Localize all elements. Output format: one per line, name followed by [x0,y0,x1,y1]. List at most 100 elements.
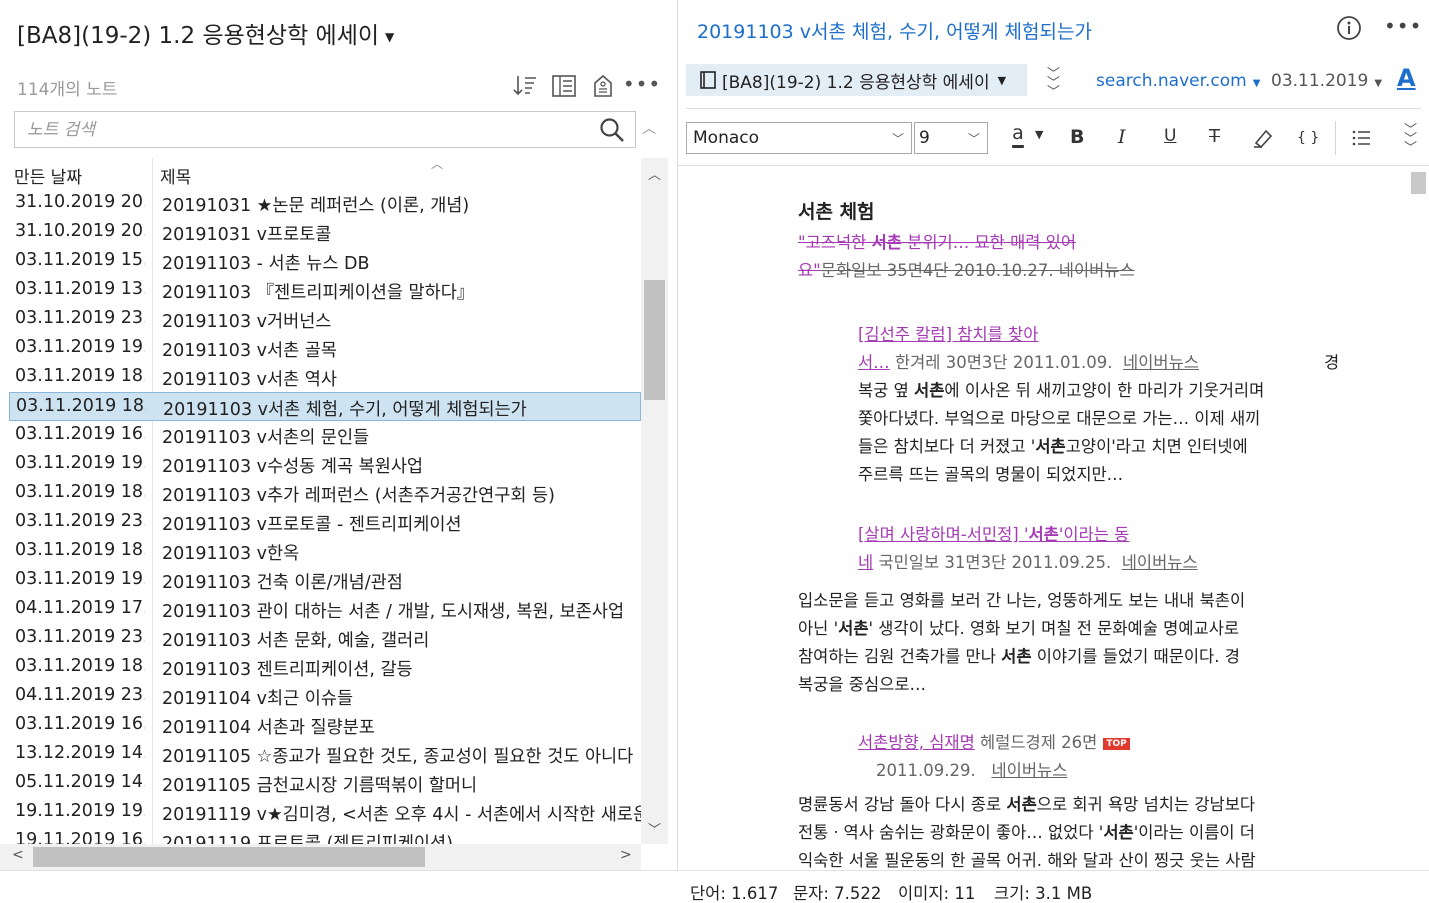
more-formatting-icon[interactable]: ﹀ ﹀ ﹀ [1404,124,1417,155]
notebook-icon [700,71,716,89]
row-created-date: 03.11.2019 13... [15,279,145,299]
search-icon[interactable] [599,117,625,143]
row-title: 20191031 ★논문 레퍼런스 (이론, 개념) [162,196,470,216]
shortcut-button[interactable] [588,72,618,100]
source-url-dropdown[interactable]: search.naver.com ▼ [1096,71,1260,91]
note-list-row[interactable]: 03.11.2019 16... 20191104 서촌과 질량분포 [0,711,641,740]
chevron-up-icon[interactable]: ︿ [642,118,656,138]
search-input[interactable] [27,112,587,147]
row-title: 20191103 - 서촌 뉴스 DB [162,254,370,274]
strikethrough-button[interactable]: T [1209,126,1220,147]
row-created-date: 19.11.2019 16... [15,830,145,844]
chevron-down-icon: ▼ [1374,78,1383,89]
row-title: 20191103 v서촌의 문인들 [162,428,370,448]
article-3-naver-link[interactable]: 네이버뉴스 [1122,553,1198,572]
file-size: 크기: 3.1 MB [994,884,1093,903]
row-created-date: 03.11.2019 18... [16,396,146,416]
article-1: "고즈넉한 서촌 분위기… 묘한 매력 있어 요"문화일보 35면4단 2010… [798,229,1278,285]
article-2-link[interactable]: [김선주 칼럼] 참치를 찾아 [858,325,1038,344]
article-3-link[interactable]: [살며 사랑하며-서민정] '서촌'이라는 동 [858,525,1129,544]
scroll-left-icon[interactable]: < [12,847,24,863]
scrollbar-thumb[interactable] [1411,172,1426,194]
sort-button[interactable] [510,72,540,100]
italic-button[interactable]: I [1118,126,1126,148]
list-horizontal-scrollbar[interactable]: < > [0,844,641,870]
row-created-date: 03.11.2019 19... [15,569,145,589]
chevron-down-icon[interactable]: ▼ [1035,128,1043,141]
note-list-row[interactable]: 03.11.2019 18... 20191103 v서촌 체험, 수기, 어떻게… [9,392,641,421]
row-created-date: 04.11.2019 23... [15,685,145,705]
note-list-row[interactable]: 03.11.2019 18... 20191103 v추가 레퍼런스 (서촌주거공… [0,479,641,508]
row-created-date: 03.11.2019 19... [15,453,145,473]
article-2-link-cont[interactable]: 서… [858,353,890,372]
note-list-row[interactable]: 03.11.2019 16... 20191103 v서촌의 문인들 [0,421,641,450]
more-options-icon[interactable]: ••• [1384,14,1422,38]
divider [686,108,1421,109]
note-list-row[interactable]: 13.12.2019 14... 20191105 ☆종교가 필요한 것도, 종교… [0,740,641,769]
article-3-body: 입소문을 듣고 영화를 보러 간 나는, 엉뚱하게도 보는 내내 북촌이 아닌 … [798,591,1246,694]
note-list-row[interactable]: 19.11.2019 19... 20191119 v★김미경, <서촌 오후 4… [0,798,641,827]
font-size-value: 9 [919,128,930,148]
code-block-button[interactable]: { } [1297,130,1319,146]
layout-icon [552,75,576,97]
note-list-row[interactable]: 03.11.2019 18... 20191103 v서촌 역사 [0,363,641,392]
list-vertical-scrollbar[interactable]: ︿ ﹀ [641,158,668,844]
note-list-row[interactable]: 03.11.2019 18... 20191103 젠트리피케이션, 갈등 [0,653,641,682]
note-list-row[interactable]: 03.11.2019 19... 20191103 건축 이론/개념/관점 [0,566,641,595]
font-size-select[interactable]: 9 ﹀ [914,122,988,154]
expand-tags-icon[interactable]: ﹀ ﹀ ﹀ [1047,68,1060,99]
note-list-row[interactable]: 31.10.2019 20... 20191031 v프로토콜 [0,218,641,247]
note-list-row[interactable]: 04.11.2019 17... 20191103 관이 대하는 서촌 / 개발,… [0,595,641,624]
notebook-selector[interactable]: [BA8](19-2) 1.2 응용현상학 에세이 ▼ [686,64,1027,96]
article-1-link-cont[interactable]: 요" [798,261,821,280]
underline-button[interactable]: U [1164,126,1176,146]
content-heading: 서촌 체험 [798,201,875,223]
note-list-row[interactable]: 03.11.2019 23... 20191103 v프로토콜 - 젠트리피케이션 [0,508,641,537]
article-4-link[interactable]: 서촌방향, 심재명 [858,733,975,752]
note-list-row[interactable]: 31.10.2019 20... 20191031 ★논문 레퍼런스 (이론, 개… [0,189,641,218]
column-created-date[interactable]: 만든 날짜 [14,163,82,188]
article-4-naver-link[interactable]: 네이버뉴스 [991,761,1067,780]
note-list-row[interactable]: 05.11.2019 14... 20191105 금천교시장 기름떡볶이 할머니 [0,769,641,798]
article-1-link[interactable]: "고즈넉한 서촌 분위기… 묘한 매력 있어 [798,233,1076,252]
note-list-row[interactable]: 03.11.2019 19... 20191103 v서촌 골목 [0,334,641,363]
scroll-right-icon[interactable]: > [620,847,632,863]
note-date-dropdown[interactable]: 03.11.2019 ▼ [1271,71,1382,91]
text-color-button[interactable]: a [1003,122,1033,144]
font-family-select[interactable]: Monaco ﹀ [686,122,912,154]
note-title[interactable]: 20191103 v서촌 체험, 수기, 어떻게 체험되는가 [697,17,1092,44]
note-list-row[interactable]: 03.11.2019 23... 20191103 v거버넌스 [0,305,641,334]
note-list-row[interactable]: 03.11.2019 13... 20191103 『젠트리피케이션을 말하다』 [0,276,641,305]
note-search-box[interactable] [14,111,636,148]
row-created-date: 03.11.2019 19... [15,337,145,357]
sort-ascending-icon: ︿ [431,157,444,171]
row-created-date: 03.11.2019 23... [15,308,145,328]
scroll-down-icon[interactable]: ﹀ [648,819,661,838]
info-icon[interactable] [1336,15,1362,41]
chevron-down-icon: ▼ [1252,78,1261,89]
bold-button[interactable]: B [1070,126,1084,148]
bulleted-list-icon[interactable] [1351,128,1371,148]
font-style-button[interactable]: A [1397,64,1416,92]
note-list-row[interactable]: 03.11.2019 19... 20191103 v수성동 계곡 복원사업 [0,450,641,479]
scrollbar-thumb[interactable] [644,280,665,400]
note-list-row[interactable]: 03.11.2019 15... 20191103 - 서촌 뉴스 DB [0,247,641,276]
column-title[interactable]: 제목 [160,163,191,188]
view-options-button[interactable] [549,72,579,100]
note-body[interactable]: 서촌 체험 "고즈넉한 서촌 분위기… 묘한 매력 있어 요"문화일보 35면4… [678,166,1411,870]
scrollbar-thumb[interactable] [33,847,425,867]
note-list-row[interactable]: 19.11.2019 16... 20191119 프로토콜 (젠트리피케이션) [0,827,641,844]
note-list-row[interactable]: 04.11.2019 23... 20191104 v최근 이슈들 [0,682,641,711]
article-2-naver-link[interactable]: 네이버뉴스 [1123,353,1199,372]
list-header: 만든 날짜 제목 [0,158,641,188]
highlighter-icon[interactable] [1252,127,1274,149]
note-list-row[interactable]: 03.11.2019 23... 20191103 서촌 문화, 예술, 갤러리 [0,624,641,653]
row-title: 20191103 관이 대하는 서촌 / 개발, 도시재생, 복원, 보존사업 [162,602,625,622]
editor-vertical-scrollbar[interactable] [1409,166,1429,870]
note-list-row[interactable]: 03.11.2019 18... 20191103 v한옥 [0,537,641,566]
notebook-title-dropdown[interactable]: [BA8](19-2) 1.2 응용현상학 에세이 ▼ [17,16,394,50]
more-options-icon[interactable]: ••• [623,70,660,98]
toolbar-separator [1335,121,1336,155]
scroll-up-icon[interactable]: ︿ [648,164,661,183]
article-3-link-cont[interactable]: 네 [858,553,873,572]
